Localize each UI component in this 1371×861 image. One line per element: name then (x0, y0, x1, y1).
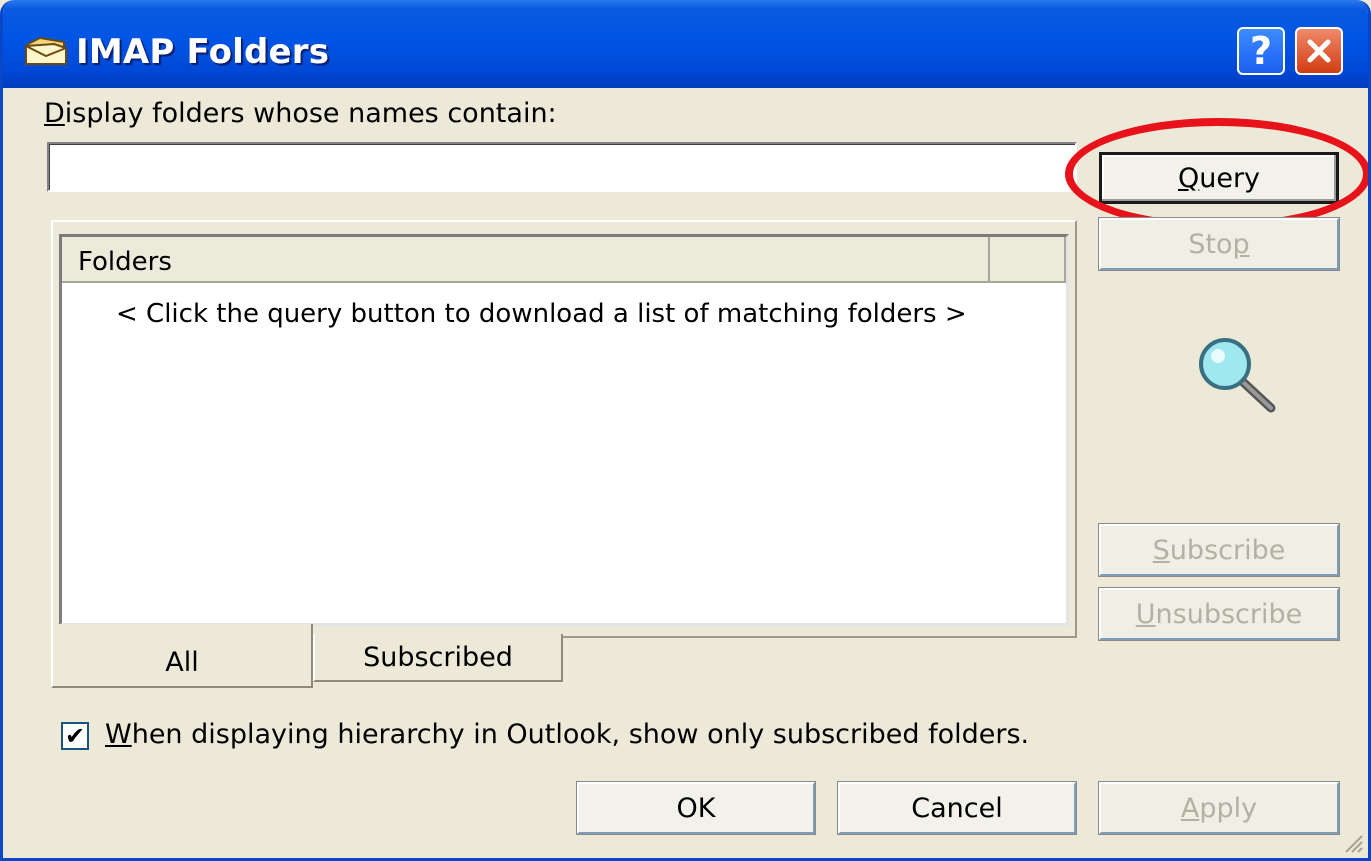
cancel-button-label: Cancel (911, 792, 1003, 824)
list-empty-message: < Click the query button to download a l… (116, 299, 967, 329)
list-header: Folders (62, 237, 1066, 283)
query-button-accel: Q (1177, 162, 1200, 194)
window-title: IMAP Folders (76, 32, 330, 72)
unsubscribe-button-label: nsubscribe (1155, 598, 1303, 630)
subscribe-button[interactable]: Subscribe (1098, 523, 1340, 577)
tab-subscribed[interactable]: Subscribed (313, 634, 563, 682)
filter-label-accel: D (44, 98, 65, 129)
query-button-label: uery (1199, 162, 1261, 194)
unsubscribe-button-accel: U (1135, 598, 1156, 630)
tab-all[interactable]: All (51, 624, 313, 688)
close-icon (1307, 39, 1331, 63)
subscribed-only-accel: W (105, 719, 132, 750)
folder-list[interactable]: Folders < Click the query button to down… (59, 234, 1069, 626)
subscribed-only-checkbox[interactable]: ✔ (61, 722, 89, 750)
subscribed-only-text: hen displaying hierarchy in Outlook, sho… (131, 719, 1030, 750)
magnifier-icon (1197, 336, 1277, 420)
stop-button-label: Sto (1188, 228, 1233, 260)
close-button[interactable] (1295, 27, 1343, 75)
folder-filter-input[interactable] (47, 142, 1077, 192)
apply-button-label: pply (1199, 792, 1258, 824)
ok-button-label: OK (676, 792, 716, 824)
subscribe-button-accel: S (1152, 534, 1170, 566)
help-icon: ? (1249, 29, 1273, 73)
title-bar[interactable]: IMAP Folders ? (3, 0, 1368, 88)
cancel-button[interactable]: Cancel (837, 781, 1077, 835)
stop-button-accel: p (1232, 228, 1250, 260)
unsubscribe-button[interactable]: Unsubscribe (1098, 587, 1340, 641)
query-button[interactable]: Query (1099, 152, 1339, 204)
column-header-extra[interactable] (990, 237, 1066, 281)
filter-label-text: isplay folders whose names contain: (64, 98, 557, 129)
apply-button[interactable]: Apply (1098, 781, 1340, 835)
ok-button[interactable]: OK (576, 781, 816, 835)
envelope-folder-icon (24, 36, 68, 70)
tab-subscribed-label: Subscribed (363, 641, 513, 673)
help-button[interactable]: ? (1237, 27, 1285, 75)
checkmark-icon: ✔ (64, 722, 86, 750)
apply-button-accel: A (1180, 792, 1200, 824)
column-header-folders[interactable]: Folders (62, 237, 990, 281)
subscribed-only-label[interactable]: When displaying hierarchy in Outlook, sh… (105, 719, 1029, 750)
tab-all-label: All (165, 646, 199, 678)
resize-grip-icon[interactable] (1340, 830, 1364, 854)
filter-label: Display folders whose names contain: (44, 98, 557, 129)
imap-folders-dialog: IMAP Folders ? Display folders whose nam… (0, 0, 1371, 861)
subscribe-button-label: ubscribe (1169, 534, 1286, 566)
stop-button[interactable]: Sto p (1098, 217, 1340, 271)
